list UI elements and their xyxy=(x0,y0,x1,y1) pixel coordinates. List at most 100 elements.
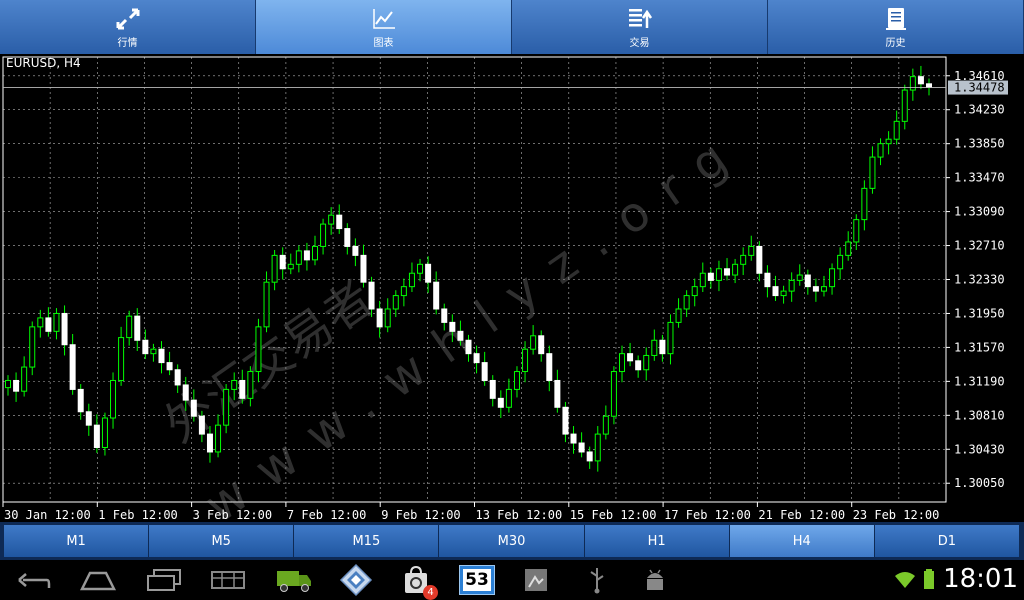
tab-chart[interactable]: 图表 xyxy=(256,0,512,54)
candle-body xyxy=(522,348,529,373)
candle-body xyxy=(198,415,205,435)
candle-body xyxy=(497,397,504,408)
candle-body xyxy=(683,295,690,310)
candle-body xyxy=(118,337,125,381)
price-tick-label: 1.33090 xyxy=(954,205,1005,219)
candle-body xyxy=(926,83,932,88)
time-tick-label: 23 Feb 12:00 xyxy=(853,508,940,522)
chart-area[interactable]: www.whlyz.org 外汇交易者 1.34610 1.34230 1.33850… xyxy=(0,54,1024,522)
candlestick-chart[interactable]: www.whlyz.org外汇交易者 1.346101.342301.33850… xyxy=(0,54,1024,522)
candle-body xyxy=(263,281,270,328)
app-diamond-icon[interactable] xyxy=(336,563,376,597)
trade-list-icon xyxy=(628,8,652,28)
candle-body xyxy=(812,286,819,292)
candle-body xyxy=(586,451,593,462)
timeframe-d1[interactable]: D1 xyxy=(874,525,1020,557)
candle-body xyxy=(594,433,601,462)
delivery-truck-icon[interactable] xyxy=(274,564,314,596)
candle-body xyxy=(724,268,731,276)
tab-trade[interactable]: 交易 xyxy=(512,0,768,54)
candle-body xyxy=(740,254,747,265)
time-tick-label: 15 Feb 12:00 xyxy=(570,508,657,522)
candle-body xyxy=(473,353,480,364)
candle-body xyxy=(166,362,173,371)
candle-body xyxy=(465,339,472,355)
candle-body xyxy=(352,245,359,256)
back-icon[interactable] xyxy=(14,564,54,596)
candle-body xyxy=(764,272,771,288)
candle-body xyxy=(368,281,375,310)
candle-body xyxy=(909,76,916,91)
usb-icon xyxy=(582,564,612,596)
candle-body xyxy=(861,187,868,221)
candle-body xyxy=(627,353,634,362)
candle-body xyxy=(699,272,706,288)
candle-body xyxy=(85,411,92,426)
candle-body xyxy=(344,228,351,247)
candle-body xyxy=(845,241,852,256)
candle-body xyxy=(619,353,625,373)
candle-body xyxy=(457,330,464,341)
candle-body xyxy=(659,339,666,355)
candle-body xyxy=(110,379,117,419)
candle-body xyxy=(893,120,900,140)
candle-body xyxy=(255,326,262,373)
tab-trade-label: 交易 xyxy=(629,37,650,49)
candle-body xyxy=(691,286,698,297)
screenshot-icon[interactable] xyxy=(208,564,248,596)
home-icon[interactable] xyxy=(76,564,120,596)
candle-body xyxy=(93,424,100,448)
candle-body xyxy=(513,371,520,390)
candle-body xyxy=(417,263,424,274)
candle-body xyxy=(853,219,860,243)
candle-body xyxy=(675,308,682,323)
price-tick-label: 1.31190 xyxy=(954,374,1005,388)
image-app-icon[interactable] xyxy=(520,564,552,596)
candle-body xyxy=(376,308,383,328)
tab-quotes[interactable]: 行情 xyxy=(0,0,256,54)
line-chart-icon xyxy=(372,8,395,29)
candle-body xyxy=(5,379,11,389)
calendar-icon[interactable]: 53 xyxy=(458,564,496,596)
time-tick-label: 1 Feb 12:00 xyxy=(98,508,177,522)
timeframe-m5[interactable]: M5 xyxy=(149,525,295,557)
candle-body xyxy=(69,344,76,390)
price-tick-label: 1.30050 xyxy=(954,476,1005,490)
candle-body xyxy=(732,263,739,276)
tab-history[interactable]: 历史 xyxy=(768,0,1024,54)
timeframe-m30[interactable]: M30 xyxy=(439,525,585,557)
candle-body xyxy=(150,348,157,355)
time-tick-label: 17 Feb 12:00 xyxy=(664,508,751,522)
candle-body xyxy=(53,312,60,332)
candle-body xyxy=(231,379,238,390)
candle-body xyxy=(715,268,722,281)
candle-body xyxy=(570,433,577,444)
price-tick-label: 1.31570 xyxy=(954,340,1005,354)
timeframe-m1[interactable]: M1 xyxy=(4,525,150,557)
candle-body xyxy=(796,274,803,281)
candle-body xyxy=(13,379,20,392)
candle-body xyxy=(182,384,189,401)
candle-body xyxy=(449,321,456,332)
shopping-bag-icon[interactable]: 4 xyxy=(398,564,438,600)
timeframe-h1[interactable]: H1 xyxy=(584,525,730,557)
timeframe-m15[interactable]: M15 xyxy=(294,525,440,557)
timeframe-h4[interactable]: H4 xyxy=(729,525,875,557)
candle-body xyxy=(441,308,448,323)
candle-body xyxy=(21,366,28,392)
expand-arrows-icon xyxy=(116,8,139,29)
wifi-icon xyxy=(892,564,918,596)
tab-history-label: 历史 xyxy=(885,37,906,49)
candle-body xyxy=(578,442,585,453)
calendar-day: 53 xyxy=(463,569,491,591)
tab-quotes-label: 行情 xyxy=(117,37,138,49)
candle-body xyxy=(707,272,714,281)
clock: 18:01 xyxy=(943,564,1018,594)
candle-body xyxy=(610,371,617,417)
time-tick-label: 3 Feb 12:00 xyxy=(193,508,272,522)
candle-body xyxy=(408,272,415,288)
chart-grid xyxy=(2,56,947,503)
recent-apps-icon[interactable] xyxy=(142,564,186,596)
candle-body xyxy=(158,348,165,364)
candle-body xyxy=(433,281,440,310)
